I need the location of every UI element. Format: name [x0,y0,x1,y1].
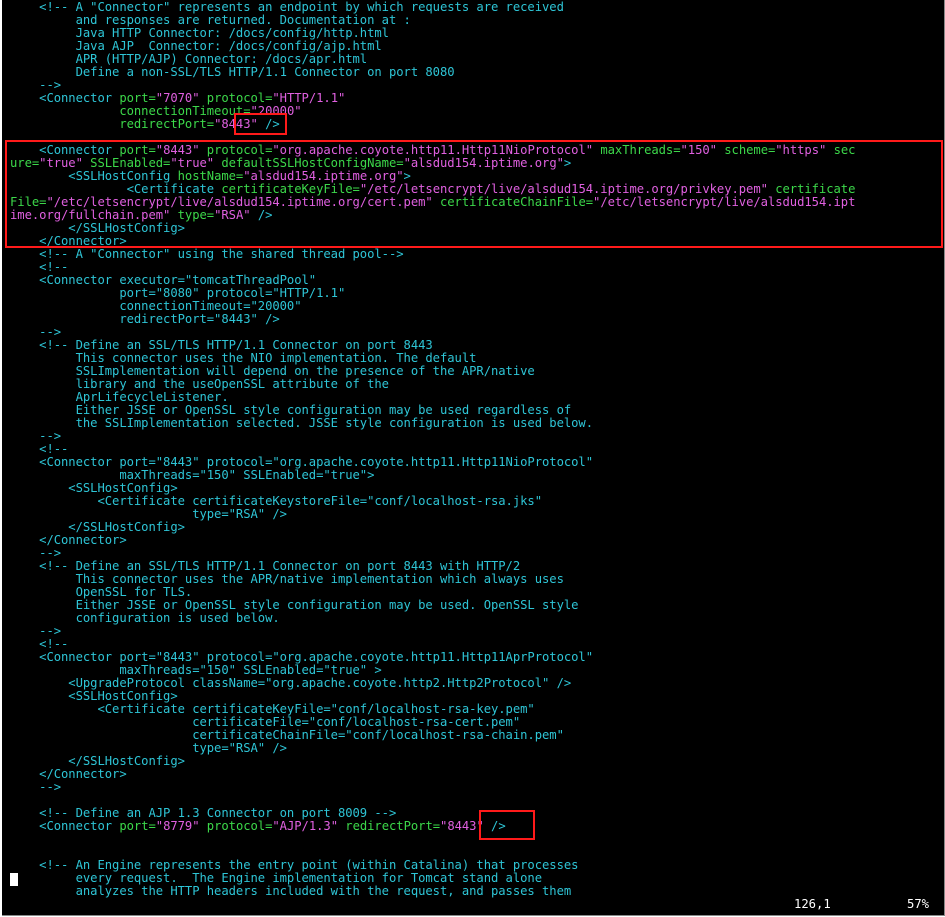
tag-or-comment: SSLImplementation will depend on the pre… [10,364,535,378]
tag-or-comment: connectionTimeout="20000" [10,299,302,313]
tag-or-comment: maxThreads="150" SSLEnabled="true"> [10,468,375,482]
code-line: the SSLImplementation selected. JSSE sty… [10,417,855,430]
tag-or-comment: Either JSSE or OpenSSL style configurati… [10,403,572,417]
code-line: </Connector> [10,534,855,547]
editor-text-area[interactable]: <!-- A "Connector" represents an endpoin… [10,0,856,898]
code-line: Define a non-SSL/TLS HTTP/1.1 Connector … [10,66,855,79]
code-line: </SSLHostConfig> [10,755,855,768]
code-line: analyzes the HTTP headers included with … [10,885,855,898]
tag-or-comment: <!-- Define an AJP 1.3 Connector on port… [10,806,397,820]
tag-or-comment: the SSLImplementation selected. JSSE sty… [10,416,594,430]
code-line: <!-- A "Connector" using the shared thre… [10,248,855,261]
attribute-value: "7070" [155,91,207,105]
tag-or-comment: certificateFile="conf/localhost-rsa-cert… [10,715,521,729]
code-line: redirectPort="8443" /> [10,118,855,131]
tag-or-comment: </Connector> [10,533,127,547]
attribute-name: connectionTimeout= [10,104,251,118]
tag-or-comment: --> [10,325,62,339]
tag-or-comment: certificateChainFile="conf/localhost-rsa… [10,728,564,742]
code-line: <Connector port="8779" protocol="AJP/1.3… [10,820,855,833]
tag-or-comment: This connector uses the NIO implementati… [10,351,477,365]
tag-or-comment: <Connector [10,819,120,833]
attribute-name: redirectPort= [10,117,215,131]
text-cursor [10,873,18,886]
code-line: --> [10,430,855,443]
attribute-name: redirectPort= [345,819,441,833]
highlight-ssl-connector-block [5,140,943,248]
tag-or-comment: --> [10,780,62,794]
tag-or-comment: OpenSSL for TLS. [10,585,193,599]
attribute-value: "AJP/1.3" [272,819,346,833]
tag-or-comment: <!-- Define an SSL/TLS HTTP/1.1 Connecto… [10,559,521,573]
tag-or-comment: <!-- [10,637,69,651]
attribute-name: port= [119,819,156,833]
tag-or-comment: port="8080" protocol="HTTP/1.1" [10,286,346,300]
tag-or-comment: --> [10,78,62,92]
tag-or-comment: </SSLHostConfig> [10,754,185,768]
tag-or-comment: <Connector port="8443" protocol="org.apa… [10,455,594,469]
tag-or-comment: type="RSA" /> [10,507,287,521]
attribute-value: "HTTP/1.1" [272,91,346,105]
tag-or-comment: <Certificate certificateKeyFile="conf/lo… [10,702,535,716]
tag-or-comment: </SSLHostConfig> [10,520,185,534]
tag-or-comment: AprLifecycleListener. [10,390,229,404]
attribute-name: protocol= [206,91,273,105]
code-line: </Connector> [10,768,855,781]
tag-or-comment: <Connector port="8443" protocol="org.apa… [10,650,594,664]
tag-or-comment: <Certificate certificateKeystoreFile="co… [10,494,542,508]
attribute-name: port= [119,91,156,105]
tag-or-comment: --> [10,429,62,443]
attribute-value: "8779" [155,819,207,833]
tag-or-comment: <SSLHostConfig> [10,481,178,495]
tag-or-comment: <!-- A "Connector" using the shared thre… [10,247,404,261]
tag-or-comment: Java AJP Connector: /docs/config/ajp.htm… [10,39,382,53]
tag-or-comment: Either JSSE or OpenSSL style configurati… [10,598,579,612]
tag-or-comment: <Connector [10,91,120,105]
tag-or-comment: <!-- [10,442,69,456]
tag-or-comment: --> [10,624,62,638]
tag-or-comment: redirectPort="8443" /> [10,312,280,326]
terminal-window[interactable]: <!-- A "Connector" represents an endpoin… [2,0,945,916]
tag-or-comment: <UpgradeProtocol className="org.apache.c… [10,676,572,690]
tag-or-comment: maxThreads="150" SSLEnabled="true" > [10,663,382,677]
tag-or-comment: <Connector executor="tomcatThreadPool" [10,273,317,287]
tag-or-comment: <!-- A "Connector" represents an endpoin… [10,0,564,14]
tag-or-comment: </Connector> [10,767,127,781]
tag-or-comment: analyzes the HTTP headers included with … [10,884,572,898]
tag-or-comment: <SSLHostConfig> [10,689,178,703]
cursor-position: 126,1 [794,897,831,911]
scroll-percent: 57% [907,897,930,911]
tag-or-comment: <!-- Define an SSL/TLS HTTP/1.1 Connecto… [10,338,433,352]
code-line: </SSLHostConfig> [10,521,855,534]
tag-or-comment: and responses are returned. Documentatio… [10,13,411,27]
tag-or-comment: Define a non-SSL/TLS HTTP/1.1 Connector … [10,65,455,79]
highlight-redirect-port-8443-ajp [479,810,535,840]
tag-or-comment: This connector uses the APR/native imple… [10,572,564,586]
tag-or-comment: APR (HTTP/AJP) Connector: /docs/apr.html [10,52,368,66]
tag-or-comment: --> [10,546,62,560]
attribute-name: protocol= [206,819,273,833]
code-line: redirectPort="8443" /> [10,313,855,326]
code-line: --> [10,625,855,638]
tag-or-comment: library and the useOpenSSL attribute of … [10,377,389,391]
tag-or-comment: Java HTTP Connector: /docs/config/http.h… [10,26,389,40]
highlight-redirect-port-8443-top [234,113,287,135]
tag-or-comment: <!-- [10,260,69,274]
tag-or-comment: type="RSA" /> [10,741,287,755]
tag-or-comment: <!-- An Engine represents the entry poin… [10,858,579,872]
tag-or-comment: configuration is used below. [10,611,280,625]
tag-or-comment: every request. The Engine implementation… [10,871,542,885]
code-line: configuration is used below. [10,612,855,625]
code-line: --> [10,781,855,794]
